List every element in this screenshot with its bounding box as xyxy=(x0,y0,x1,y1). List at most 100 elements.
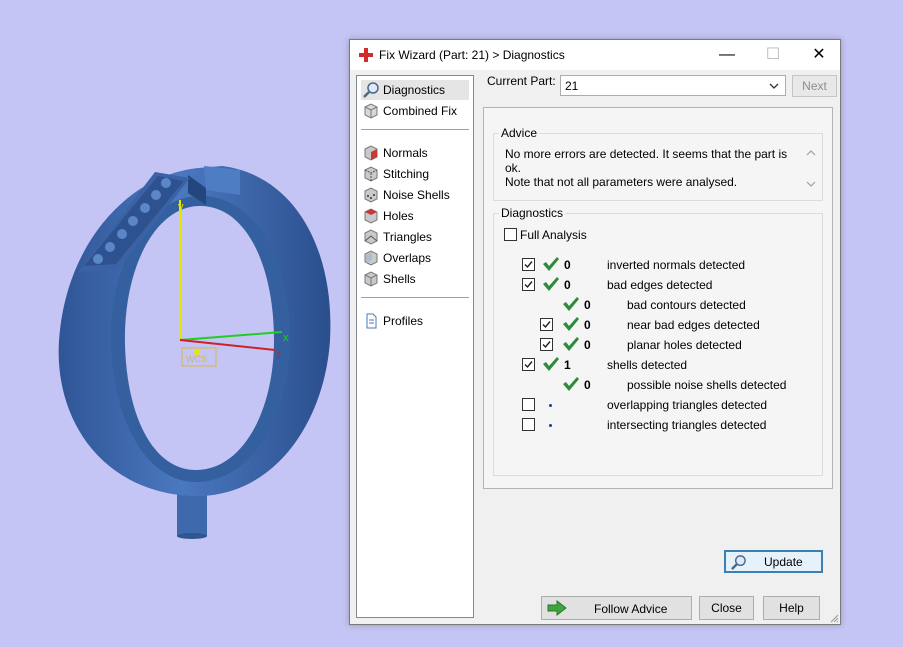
checkmark-icon xyxy=(524,261,533,269)
document-icon xyxy=(366,313,377,329)
diagnostic-label: planar holes detected xyxy=(627,338,742,352)
nav-item-noise-shells[interactable]: Noise Shells xyxy=(361,185,469,205)
fix-wizard-window: Fix Wizard (Part: 21) > Diagnostics — ☐ … xyxy=(349,39,841,625)
diagnostic-count: 1 xyxy=(564,358,571,372)
close-window-button[interactable]: ✕ xyxy=(796,40,842,70)
update-label: Update xyxy=(764,555,803,569)
update-button[interactable]: Update xyxy=(724,550,823,573)
nav-item-combined-fix[interactable]: Combined Fix xyxy=(361,101,469,121)
green-check-icon xyxy=(543,357,559,371)
close-button[interactable]: Close xyxy=(699,596,754,620)
green-check-icon xyxy=(563,317,579,331)
z-axis-label: z xyxy=(276,350,281,361)
nav-item-label: Stitching xyxy=(383,167,430,181)
nav-item-label: Profiles xyxy=(383,314,424,328)
current-part-select[interactable]: 21 xyxy=(560,75,786,96)
checkmark-icon xyxy=(542,321,551,329)
green-check-icon xyxy=(563,337,579,351)
diagnostics-group: Diagnostics Full Analysis 0 inverted norm… xyxy=(493,206,823,573)
diagnostic-label: shells detected xyxy=(607,358,688,372)
nav-item-triangles[interactable]: Triangles xyxy=(361,227,469,247)
diagnostic-checkbox[interactable] xyxy=(522,358,535,371)
current-part-value: 21 xyxy=(565,79,579,93)
next-button[interactable]: Next xyxy=(792,75,837,97)
nav-divider xyxy=(361,129,469,130)
scroll-down-icon[interactable] xyxy=(806,180,816,188)
nav-item-profiles[interactable]: Profiles xyxy=(361,311,469,331)
green-check-icon xyxy=(543,257,559,271)
diagnostic-count: 0 xyxy=(584,338,591,352)
noise-shells-cube-icon xyxy=(364,187,378,203)
diagnostic-label: possible noise shells detected xyxy=(627,378,787,392)
nav-item-label: Combined Fix xyxy=(383,104,458,118)
diagnostic-checkbox[interactable] xyxy=(522,398,535,411)
diagnostic-label: inverted normals detected xyxy=(607,258,746,272)
advice-line: No more errors are detected. It seems th… xyxy=(505,147,788,175)
not-analysed-dot-icon xyxy=(549,424,552,427)
diagnostic-count: 0 xyxy=(584,318,591,332)
advice-group: Advice No more errors are detected. It s… xyxy=(493,126,823,201)
follow-advice-button[interactable]: Follow Advice xyxy=(541,596,692,620)
arrow-right-icon xyxy=(547,600,567,616)
nav-item-label: Holes xyxy=(383,209,414,223)
green-check-icon xyxy=(543,277,559,291)
nav-item-holes[interactable]: Holes xyxy=(361,206,469,226)
diagnostic-checkbox[interactable] xyxy=(540,338,553,351)
diagnostic-count: 0 xyxy=(584,298,591,312)
full-analysis-label: Full Analysis xyxy=(520,228,587,242)
nav-item-overlaps[interactable]: Overlaps xyxy=(361,248,469,268)
follow-advice-label: Follow Advice xyxy=(594,602,668,616)
overlaps-cube-icon xyxy=(364,250,378,266)
diagnostic-label: overlapping triangles detected xyxy=(607,398,768,412)
minimize-button[interactable]: — xyxy=(704,40,750,70)
diagnostic-checkbox[interactable] xyxy=(522,418,535,431)
diagnostic-count: 0 xyxy=(564,278,571,292)
advice-line: Note that not all parameters were analys… xyxy=(505,175,738,189)
checkmark-icon xyxy=(542,341,551,349)
wizard-nav: Diagnostics Combined Fix Normals Stitchi… xyxy=(356,75,474,618)
nav-item-label: Normals xyxy=(383,146,428,160)
diagnostic-checkbox[interactable] xyxy=(522,258,535,271)
nav-item-stitching[interactable]: Stitching xyxy=(361,164,469,184)
nav-item-label: Triangles xyxy=(383,230,432,244)
window-title: Fix Wizard (Part: 21) > Diagnostics xyxy=(379,48,565,62)
green-check-icon xyxy=(563,297,579,311)
not-analysed-dot-icon xyxy=(549,404,552,407)
nav-divider xyxy=(361,297,469,298)
green-check-icon xyxy=(563,377,579,391)
diagnostic-count: 0 xyxy=(564,258,571,272)
triangles-cube-icon xyxy=(364,229,378,245)
diagnostic-checkbox[interactable] xyxy=(522,278,535,291)
holes-cube-icon xyxy=(364,208,378,224)
help-button[interactable]: Help xyxy=(763,596,820,620)
magnifier-icon xyxy=(731,555,746,570)
wcs-label: WCS xyxy=(186,354,207,364)
normals-cube-icon xyxy=(364,145,378,161)
current-part-label: Current Part: xyxy=(487,74,556,88)
checkmark-icon xyxy=(524,281,533,289)
nav-item-label: Noise Shells xyxy=(383,188,450,202)
nav-item-label: Overlaps xyxy=(383,251,432,265)
nav-item-normals[interactable]: Normals xyxy=(361,143,469,163)
resize-grip-icon[interactable] xyxy=(829,613,839,623)
maximize-button[interactable]: ☐ xyxy=(750,40,796,70)
checkmark-icon xyxy=(524,361,533,369)
nav-item-label: Shells xyxy=(383,272,416,286)
nav-item-shells[interactable]: Shells xyxy=(361,269,469,289)
diagnostics-title: Diagnostics xyxy=(499,206,566,220)
diagnostic-checkbox[interactable] xyxy=(540,318,553,331)
diagnostic-count: 0 xyxy=(584,378,591,392)
diagnostic-label: bad edges detected xyxy=(607,278,713,292)
diagnostics-panel: Advice No more errors are detected. It s… xyxy=(483,107,833,573)
y-axis-label: y xyxy=(178,201,184,213)
full-analysis-checkbox[interactable] xyxy=(504,228,517,241)
diagnostic-label: near bad edges detected xyxy=(627,318,760,332)
nav-item-label: Diagnostics xyxy=(383,83,446,97)
advice-title: Advice xyxy=(499,126,540,140)
cube-icon xyxy=(364,103,378,119)
chevron-down-icon xyxy=(769,83,779,89)
scroll-up-icon[interactable] xyxy=(806,149,816,157)
nav-item-diagnostics[interactable]: Diagnostics xyxy=(361,80,469,100)
x-axis-label: x xyxy=(283,332,289,344)
title-bar[interactable]: Fix Wizard (Part: 21) > Diagnostics — ☐ … xyxy=(350,40,840,70)
